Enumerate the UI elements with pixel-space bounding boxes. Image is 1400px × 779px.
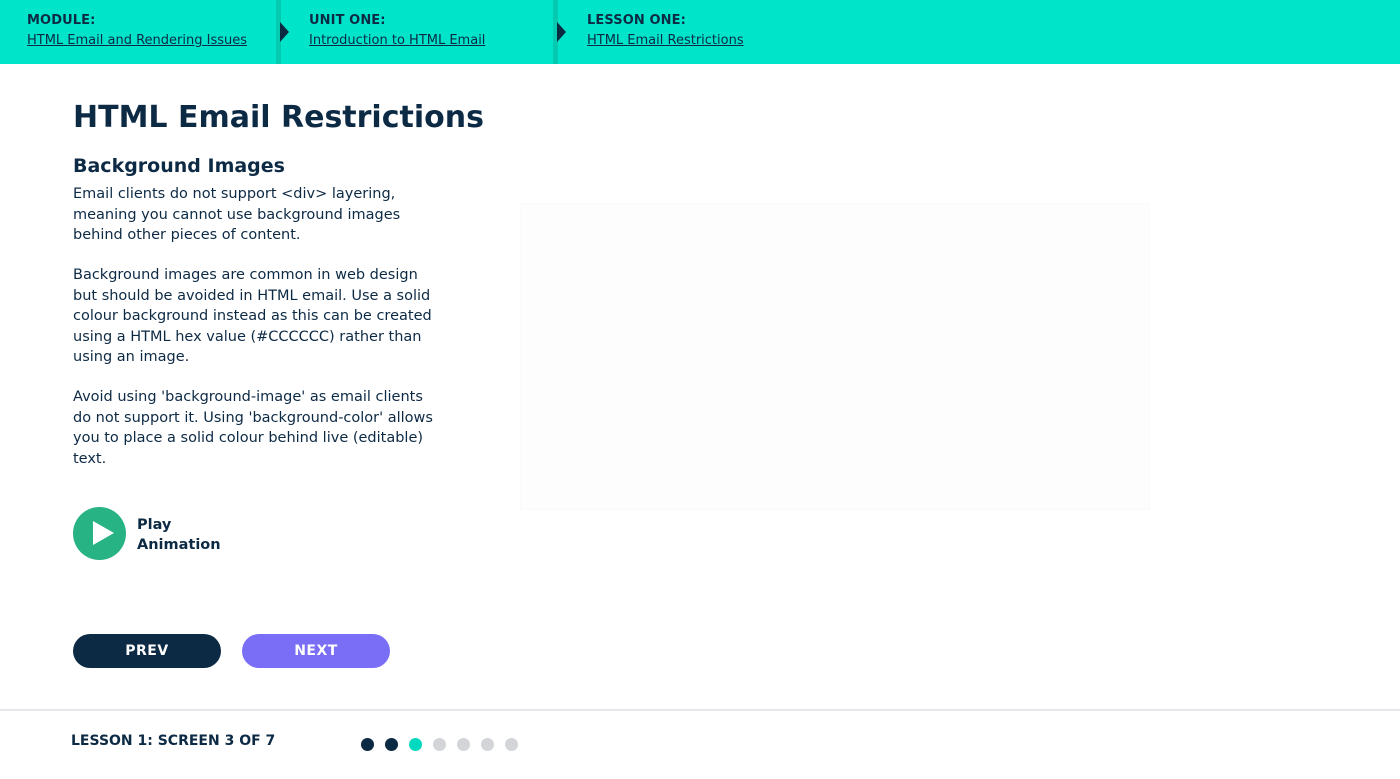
breadcrumb-unit-link[interactable]: Introduction to HTML Email: [309, 33, 485, 48]
chevron-right-icon: [557, 22, 566, 42]
progress-dot-current[interactable]: [409, 738, 422, 751]
prev-button[interactable]: PREV: [73, 634, 221, 668]
breadcrumb-unit-title: UNIT ONE:: [309, 13, 386, 28]
progress-dot-upcoming[interactable]: [457, 738, 470, 751]
footer-divider: [0, 709, 1400, 711]
lesson-paragraph: Email clients do not support <div> layer…: [73, 186, 401, 243]
breadcrumb-bar: MODULE: HTML Email and Rendering Issues …: [0, 0, 1400, 64]
progress-dot-completed[interactable]: [361, 738, 374, 751]
lesson-paragraph: Avoid using 'background-image' as email …: [73, 389, 433, 467]
breadcrumb-module: MODULE: HTML Email and Rendering Issues: [27, 0, 247, 64]
progress-dot-upcoming[interactable]: [505, 738, 518, 751]
animation-area: [520, 203, 1150, 510]
chevron-right-icon: [280, 22, 289, 42]
breadcrumb-lesson-link[interactable]: HTML Email Restrictions: [587, 33, 744, 48]
next-button[interactable]: NEXT: [242, 634, 390, 668]
progress-dot-completed[interactable]: [385, 738, 398, 751]
progress-dot-upcoming[interactable]: [481, 738, 494, 751]
breadcrumb-module-title: MODULE:: [27, 13, 96, 28]
progress-dot-upcoming[interactable]: [433, 738, 446, 751]
play-icon: [93, 521, 114, 545]
breadcrumb-unit: UNIT ONE: Introduction to HTML Email: [309, 0, 485, 64]
breadcrumb-lesson: LESSON ONE: HTML Email Restrictions: [587, 0, 744, 64]
play-animation-label[interactable]: Play Animation: [137, 515, 247, 555]
breadcrumb-module-link[interactable]: HTML Email and Rendering Issues: [27, 33, 247, 48]
page-title: HTML Email Restrictions: [73, 100, 484, 135]
progress-text: LESSON 1: SCREEN 3 OF 7: [71, 733, 276, 749]
lesson-paragraph: Background images are common in web desi…: [73, 267, 432, 365]
section-title: Background Images: [73, 155, 285, 177]
play-animation-button[interactable]: [73, 507, 126, 560]
breadcrumb-lesson-title: LESSON ONE:: [587, 13, 686, 28]
